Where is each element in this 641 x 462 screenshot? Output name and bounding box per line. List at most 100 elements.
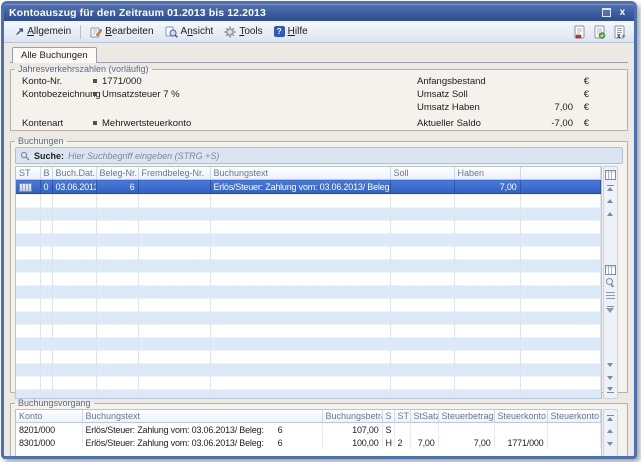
currency-symbol: € xyxy=(577,118,589,129)
search-bar[interactable]: Suche: xyxy=(15,147,623,164)
column-chooser-icon[interactable] xyxy=(605,169,616,180)
app-window: Kontoauszug für den Zeitraum 01.2013 bis… xyxy=(1,1,637,459)
field-label: Aktueller Saldo xyxy=(417,118,481,129)
scroll-up-button[interactable] xyxy=(605,425,616,436)
col-buchungsbetrag[interactable]: Buchungsbetrag xyxy=(322,410,382,423)
col-haben[interactable]: Haben xyxy=(454,167,520,180)
menu-allgemein[interactable]: ↗ Allgemein xyxy=(10,24,76,39)
view-grid-icon[interactable] xyxy=(605,264,616,275)
restore-button[interactable] xyxy=(600,7,613,19)
col-st[interactable]: ST xyxy=(16,167,40,180)
cell-haben: 7,00 xyxy=(454,180,520,194)
table-header-row: Konto Buchungstext Buchungsbetrag S ST S… xyxy=(16,410,600,423)
cell-konto: 8201/000 xyxy=(16,423,82,437)
menu-tools[interactable]: Tools xyxy=(219,24,267,40)
help-icon: ? xyxy=(274,26,285,37)
menu-ansicht[interactable]: Ansicht xyxy=(160,24,219,40)
col-b[interactable]: B xyxy=(40,167,52,180)
scroll-bottom-button[interactable] xyxy=(605,385,616,396)
menu-label: Hilfe xyxy=(288,26,308,37)
search-input[interactable] xyxy=(68,150,618,162)
cell-belegnr: 6 xyxy=(96,180,138,194)
cell-buchungsbetrag: 107,00 xyxy=(322,423,382,437)
field-label: Konto-Nr. xyxy=(22,76,62,87)
group-jahresverkehrszahlen: Jahresverkehrszahlen (vorläufig) Konto-N… xyxy=(10,65,628,131)
field-label: Umsatz Haben xyxy=(417,102,480,113)
print-button[interactable] xyxy=(571,24,588,40)
filter-icon[interactable] xyxy=(605,303,616,314)
currency-symbol: € xyxy=(577,102,589,113)
currency-symbol: € xyxy=(577,76,589,87)
col-stsatz[interactable]: StSatz xyxy=(410,410,438,423)
field-value: 7,00 xyxy=(481,102,573,113)
cell-steuerkonto1: 1771/000 xyxy=(494,436,547,449)
cell-st xyxy=(394,423,410,437)
excel-export-button[interactable] xyxy=(611,24,628,40)
scroll-top-button[interactable] xyxy=(605,182,616,193)
scroll-page-down-button[interactable] xyxy=(605,372,616,383)
scroll-up-button[interactable] xyxy=(605,195,616,206)
col-steuerkonto2[interactable]: Steuerkonto 2 xyxy=(547,410,600,423)
menu-label: Allgemein xyxy=(27,26,71,37)
col-buchungstext[interactable]: Buchungstext xyxy=(210,167,390,180)
menu-label: Ansicht xyxy=(181,26,214,37)
field-value: Mehrwertsteuerkonto xyxy=(93,118,191,129)
col-konto[interactable]: Konto xyxy=(16,410,82,423)
table-row-selected[interactable]: 0 03.06.2013 6 Erlös/Steuer: Zahlung vom… xyxy=(16,180,600,194)
search-label: Suche: xyxy=(34,151,64,161)
vorgang-table-wrap: Konto Buchungstext Buchungsbetrag S ST S… xyxy=(15,409,623,457)
cell-stsatz: 7,00 xyxy=(410,436,438,449)
export-button[interactable] xyxy=(591,24,608,40)
table-row[interactable]: 8201/000 Erlös/Steuer: Zahlung vom: 03.0… xyxy=(16,423,600,437)
table-row[interactable]: 8301/000 Erlös/Steuer: Zahlung vom: 03.0… xyxy=(16,436,600,449)
cell-steuerkonto2 xyxy=(547,436,600,449)
diagonal-arrow-icon: ↗ xyxy=(15,27,24,37)
close-button[interactable]: x xyxy=(616,7,629,19)
scroll-down-button[interactable] xyxy=(605,359,616,370)
menu-hilfe[interactable]: ? Hilfe xyxy=(269,24,313,39)
cell-buchungstext: Erlös/Steuer: Zahlung vom: 03.06.2013/ B… xyxy=(210,180,390,194)
zoom-icon[interactable] xyxy=(605,277,616,288)
gear-icon xyxy=(224,26,236,38)
field-value: -7,00 xyxy=(481,118,573,129)
cell-s: S xyxy=(382,423,394,437)
field-label: Kontenart xyxy=(22,118,63,129)
scroll-top-button[interactable] xyxy=(605,412,616,423)
cell-stsatz xyxy=(410,423,438,437)
scroll-page-up-button[interactable] xyxy=(605,208,616,219)
cell-st xyxy=(16,180,40,194)
tab-alle-buchungen[interactable]: Alle Buchungen xyxy=(12,47,97,63)
col-s[interactable]: S xyxy=(382,410,394,423)
col-steuerkonto1[interactable]: Steuerkonto 1 xyxy=(494,410,547,423)
table-header-row: ST B Buch.Dat. Beleg-Nr. Fremdbeleg-Nr. … xyxy=(16,167,600,180)
col-buchdat[interactable]: Buch.Dat. xyxy=(52,167,96,180)
cell-steuerkonto1 xyxy=(494,423,547,437)
scroll-down-button[interactable] xyxy=(605,438,616,449)
cell-soll xyxy=(390,180,454,194)
view-magnifier-icon xyxy=(165,26,178,38)
col-buchungstext[interactable]: Buchungstext xyxy=(82,410,322,423)
group-buchungen: Buchungen Suche: ST xyxy=(10,137,628,393)
field-label: Umsatz Soll xyxy=(417,89,468,100)
col-soll[interactable]: Soll xyxy=(390,167,454,180)
group-title: Buchungsvorgang xyxy=(15,399,94,408)
restore-icon xyxy=(602,8,611,17)
col-fremdbelegnr[interactable]: Fremdbeleg-Nr. xyxy=(138,167,210,180)
booking-type-icon xyxy=(19,183,32,192)
menu-bearbeiten[interactable]: Bearbeiten xyxy=(85,24,158,40)
bookings-table-wrap: ST B Buch.Dat. Beleg-Nr. Fremdbeleg-Nr. … xyxy=(15,166,623,399)
bullet-icon xyxy=(93,79,97,83)
cell-empty xyxy=(520,180,600,194)
col-steuerbetrag[interactable]: Steuerbetrag xyxy=(438,410,494,423)
menu-label: Bearbeiten xyxy=(105,26,153,37)
bullet-icon xyxy=(93,92,97,96)
cell-steuerbetrag xyxy=(438,423,494,437)
vorgang-grid: Konto Buchungstext Buchungsbetrag S ST S… xyxy=(15,409,602,457)
cell-steuerbetrag: 7,00 xyxy=(438,436,494,449)
col-st[interactable]: ST xyxy=(394,410,410,423)
col-belegnr[interactable]: Beleg-Nr. xyxy=(96,167,138,180)
sum-icon[interactable] xyxy=(605,290,616,301)
cell-b: 0 xyxy=(40,180,52,194)
field-label: Kontobezeichnung xyxy=(22,89,101,100)
cell-s: H xyxy=(382,436,394,449)
